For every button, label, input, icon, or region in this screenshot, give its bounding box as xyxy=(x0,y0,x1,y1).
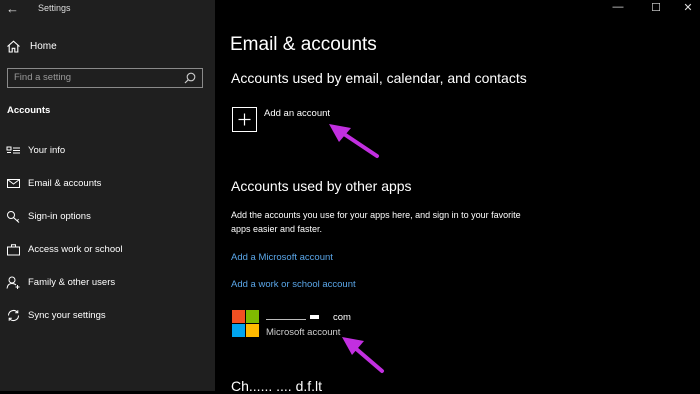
section-label-accounts: Accounts xyxy=(7,105,51,116)
contact-card-icon xyxy=(6,144,21,157)
main-panel: — ☐ ✕ Email & accounts Accounts used by … xyxy=(215,0,700,394)
arrow-left-icon: ← xyxy=(6,1,19,16)
nav-home[interactable]: Home xyxy=(6,40,57,53)
sync-icon xyxy=(6,309,21,322)
sidebar-item-sign-in-options[interactable]: Sign-in options xyxy=(6,210,91,223)
sidebar-item-label: Sync your settings xyxy=(28,310,106,321)
mail-icon xyxy=(6,177,21,190)
section-heading-email-calendar-contacts: Accounts used by email, calendar, and co… xyxy=(231,70,527,86)
close-icon: ✕ xyxy=(683,2,693,14)
sidebar-item-email-accounts[interactable]: Email & accounts xyxy=(6,177,101,190)
microsoft-logo-icon xyxy=(232,310,259,338)
sidebar-item-label: Family & other users xyxy=(28,277,116,288)
minimize-button[interactable]: — xyxy=(608,1,628,13)
maximize-button[interactable]: ☐ xyxy=(646,1,666,14)
search-box[interactable] xyxy=(7,68,203,88)
email-suffix: com xyxy=(333,312,351,323)
sidebar-item-label: Email & accounts xyxy=(28,178,102,189)
annotation-arrow-icon xyxy=(329,124,379,158)
home-icon xyxy=(7,40,20,53)
annotation-arrow-icon xyxy=(342,337,384,373)
section-heading-other-apps: Accounts used by other apps xyxy=(231,178,412,194)
sidebar-item-label: Sign-in options xyxy=(28,211,91,222)
search-icon[interactable] xyxy=(184,72,196,84)
sidebar: ← Settings Home Accounts Your info Email… xyxy=(0,0,215,391)
sidebar-item-family-other-users[interactable]: Family & other users xyxy=(6,276,115,289)
sidebar-item-label: Access work or school xyxy=(28,244,123,255)
person-add-icon xyxy=(6,276,21,289)
account-email: com xyxy=(266,312,351,323)
window-title: Settings xyxy=(38,3,71,13)
maximize-icon: ☐ xyxy=(651,2,661,14)
redaction-mark xyxy=(266,313,306,320)
sidebar-item-your-info[interactable]: Your info xyxy=(6,144,65,157)
add-account-label: Add an account xyxy=(264,108,331,119)
sidebar-item-label: Your info xyxy=(28,145,66,156)
section-description: Add the accounts you use for your apps h… xyxy=(231,210,521,234)
briefcase-icon xyxy=(6,243,21,256)
add-microsoft-account-link[interactable]: Add a Microsoft account xyxy=(231,252,333,263)
add-work-school-account-link[interactable]: Add a work or school account xyxy=(231,279,356,290)
page-title: Email & accounts xyxy=(230,34,377,55)
sidebar-item-sync-settings[interactable]: Sync your settings xyxy=(6,309,106,322)
nav-home-label: Home xyxy=(30,41,57,52)
sidebar-item-access-work-school[interactable]: Access work or school xyxy=(6,243,123,256)
close-button[interactable]: ✕ xyxy=(678,1,698,14)
redaction-mark xyxy=(310,315,319,320)
key-icon xyxy=(6,210,21,223)
section-heading-cutoff: Ch...... .... d.f.lt xyxy=(231,378,323,394)
account-type: Microsoft account xyxy=(266,327,341,338)
back-button[interactable]: ← xyxy=(6,1,19,16)
add-account-button[interactable]: Add an account xyxy=(232,107,330,132)
plus-icon xyxy=(232,107,257,132)
minimize-icon: — xyxy=(612,1,624,13)
search-input[interactable] xyxy=(14,70,174,85)
